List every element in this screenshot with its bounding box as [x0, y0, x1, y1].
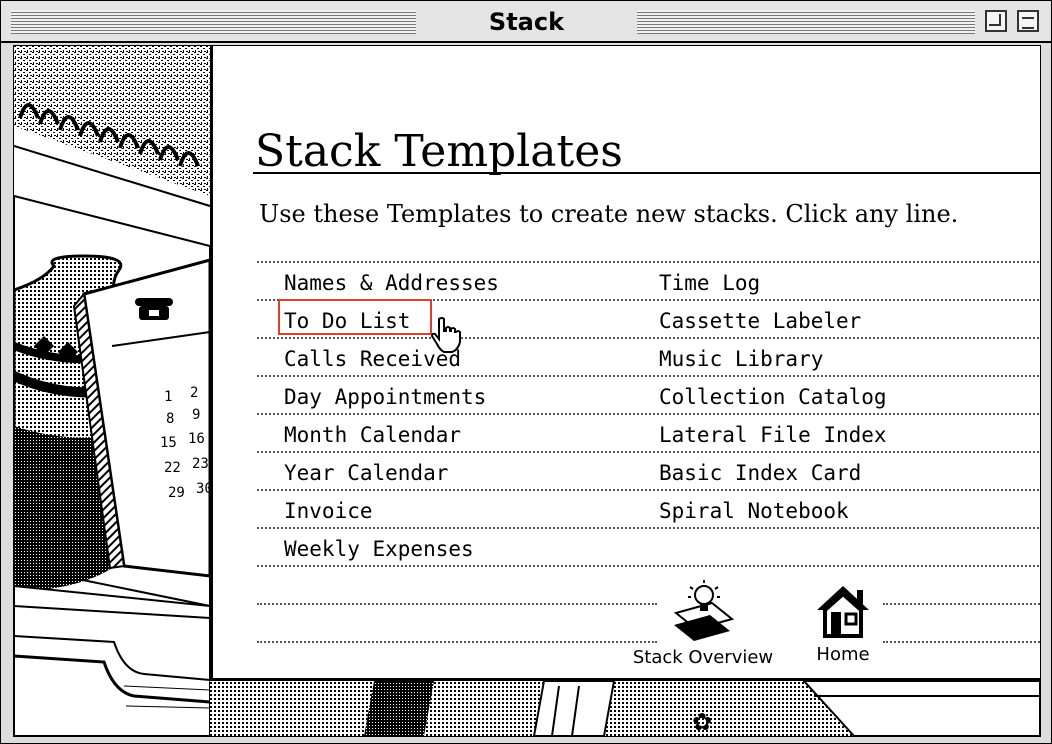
home-icon	[817, 586, 869, 638]
stack-overview-button[interactable]: Stack Overview	[623, 579, 783, 668]
zoom-box-icon[interactable]	[985, 10, 1007, 32]
calendar-number: 29	[168, 485, 185, 501]
divider	[257, 603, 657, 605]
template-year-calendar[interactable]: Year Calendar	[284, 456, 448, 490]
stack-overview-label: Stack Overview	[632, 647, 774, 668]
title-bar[interactable]: Stack Templates	[1, 1, 1051, 70]
template-lateral-file-index[interactable]: Lateral File Index	[659, 418, 887, 452]
divider	[883, 603, 1040, 605]
selection-highlight-box	[278, 299, 432, 335]
window-title: Stack Templates	[416, 5, 637, 70]
divider	[257, 641, 657, 643]
stack-card: 1 2 8 9 15 16 22 23 29 30 ✿ Stack Templa…	[13, 45, 1041, 737]
template-spiral-notebook[interactable]: Spiral Notebook	[659, 494, 849, 528]
template-time-log[interactable]: Time Log	[659, 266, 760, 300]
divider	[257, 527, 1040, 529]
calendar-number: 2	[190, 385, 198, 401]
calendar-number: 1	[164, 389, 172, 405]
title-bar-stripes-right	[637, 10, 975, 34]
template-names-addresses[interactable]: Names & Addresses	[284, 266, 499, 300]
template-basic-index-card[interactable]: Basic Index Card	[659, 456, 861, 490]
template-collection-catalog[interactable]: Collection Catalog	[659, 380, 887, 414]
title-underline	[253, 172, 1040, 174]
calendar-number: 9	[192, 407, 200, 423]
templates-panel: Stack Templates Use these Templates to c…	[210, 46, 1040, 681]
calendar-number: 15	[160, 435, 177, 451]
calendar-number: 8	[166, 411, 174, 427]
template-invoice[interactable]: Invoice	[284, 494, 373, 528]
home-label: Home	[816, 644, 870, 665]
calendar-number: 16	[188, 431, 205, 447]
home-button[interactable]: Home	[803, 582, 883, 665]
calendar-number: 23	[192, 456, 209, 472]
svg-text:✿: ✿	[692, 708, 712, 736]
calendar-number: 22	[164, 460, 181, 476]
template-month-calendar[interactable]: Month Calendar	[284, 418, 461, 452]
lightbulb-icon	[673, 580, 735, 641]
divider	[257, 261, 1040, 263]
template-weekly-expenses[interactable]: Weekly Expenses	[284, 532, 474, 566]
page-title: Stack Templates	[255, 126, 623, 177]
template-music-library[interactable]: Music Library	[659, 342, 823, 376]
hand-pointer-icon	[431, 317, 461, 353]
divider	[883, 641, 1040, 643]
collapse-box-icon[interactable]	[1017, 10, 1039, 32]
instruction-text: Use these Templates to create new stacks…	[259, 200, 959, 228]
template-cassette-labeler[interactable]: Cassette Labeler	[659, 304, 861, 338]
template-day-appointments[interactable]: Day Appointments	[284, 380, 486, 414]
title-bar-stripes-left	[11, 10, 416, 34]
stack-templates-window: Stack Templates	[0, 0, 1052, 744]
